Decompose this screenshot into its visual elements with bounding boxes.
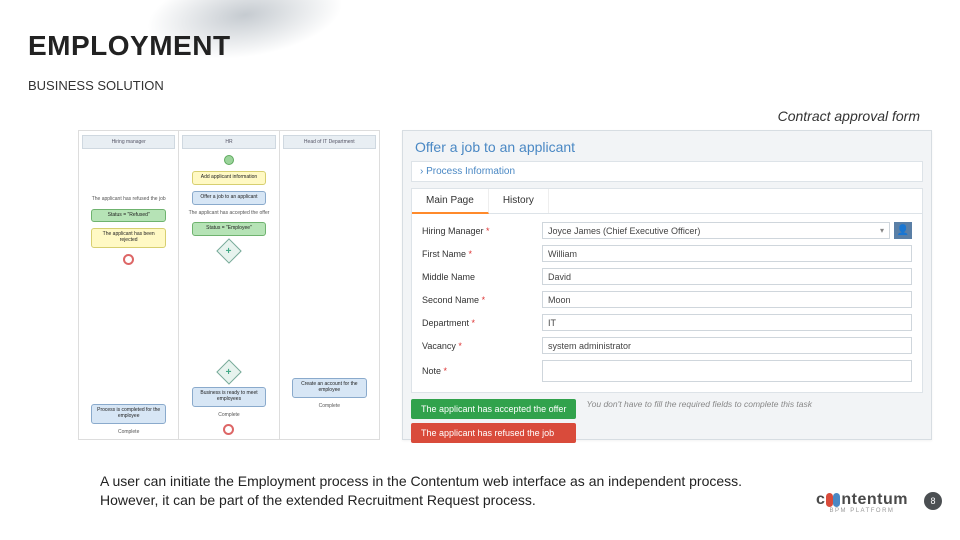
diagram-label: Complete — [218, 413, 239, 419]
form-body: Hiring Manager * Joyce James (Chief Exec… — [411, 214, 923, 393]
logo-text: c ntentum — [816, 491, 908, 509]
field-label: Vacancy * — [422, 341, 542, 351]
process-info-accordion[interactable]: › Process Information — [411, 161, 923, 182]
bpmn-diagram: Hiring manager The applicant has refused… — [78, 130, 380, 440]
diagram-node: Create an account for the employee — [292, 378, 367, 398]
chevron-down-icon: ▾ — [880, 226, 884, 235]
diagram-node: The applicant has been rejected — [91, 228, 166, 248]
end-event-icon — [223, 424, 234, 435]
page-subtitle: BUSINESS SOLUTION — [28, 78, 164, 93]
field-label: Second Name * — [422, 295, 542, 305]
lane-hiring-manager: Hiring manager The applicant has refused… — [79, 131, 179, 439]
vacancy-input[interactable]: system administrator — [542, 337, 912, 354]
accept-offer-button[interactable]: The applicant has accepted the offer — [411, 399, 576, 419]
first-name-input[interactable]: William — [542, 245, 912, 262]
lane-it-head: Head of IT Department Create an account … — [280, 131, 379, 439]
page-number-badge: 8 — [924, 492, 942, 510]
logo-letter: c — [816, 491, 825, 509]
diagram-node: Add applicant information — [192, 171, 267, 185]
lane-header: Head of IT Department — [283, 135, 376, 149]
field-label: Note * — [422, 366, 542, 376]
field-label: Department * — [422, 318, 542, 328]
tab-history[interactable]: History — [489, 189, 549, 213]
logo-subtitle: BPM PLATFORM — [830, 508, 895, 514]
diagram-node: Process is completed for the employee — [91, 404, 166, 424]
field-row-hiring-manager: Hiring Manager * Joyce James (Chief Exec… — [422, 222, 912, 239]
logo-letters: ntentum — [841, 491, 908, 509]
content-area: Hiring manager The applicant has refused… — [78, 130, 932, 440]
parallel-gateway-icon: + — [216, 359, 241, 384]
brand-logo: c ntentum BPM PLATFORM — [816, 491, 908, 514]
note-input[interactable] — [542, 360, 912, 382]
refuse-offer-button[interactable]: The applicant has refused the job — [411, 423, 576, 443]
middle-name-input[interactable]: David — [542, 268, 912, 285]
field-label: First Name * — [422, 249, 542, 259]
user-picker-icon[interactable]: 👤 — [894, 222, 912, 239]
diagram-node: Offer a job to an applicant — [192, 191, 267, 205]
diagram-label: The applicant has accepted the offer — [189, 211, 270, 217]
lane-header: Hiring manager — [82, 135, 175, 149]
tab-main-page[interactable]: Main Page — [412, 189, 489, 214]
field-value: Joyce James (Chief Executive Officer) — [548, 226, 700, 236]
diagram-label: Complete — [319, 404, 340, 410]
footer-hint: You don't have to fill the required fiel… — [586, 399, 812, 409]
start-event-icon — [224, 155, 234, 165]
form-tabs: Main Page History — [411, 188, 923, 214]
logo-o-icon — [826, 493, 840, 507]
contract-approval-form: Offer a job to an applicant › Process In… — [402, 130, 932, 440]
form-title: Offer a job to an applicant — [403, 131, 931, 161]
field-row-second-name: Second Name * Moon — [422, 291, 912, 308]
slide-description: A user can initiate the Employment proce… — [100, 472, 780, 510]
end-event-icon — [123, 254, 134, 265]
form-caption: Contract approval form — [778, 108, 920, 124]
page-title: EMPLOYMENT — [28, 30, 231, 62]
diagram-label: Complete — [118, 430, 139, 436]
department-input[interactable]: IT — [542, 314, 912, 331]
lane-header: HR — [182, 135, 275, 149]
action-buttons: The applicant has accepted the offer The… — [411, 399, 576, 443]
diagram-label: The applicant has refused the job — [92, 197, 166, 203]
field-row-vacancy: Vacancy * system administrator — [422, 337, 912, 354]
field-label: Hiring Manager * — [422, 226, 542, 236]
diagram-node: Status = "Refused" — [91, 209, 166, 223]
diagram-node: Status = "Employee" — [192, 222, 267, 236]
diagram-node: Business is ready to meet employees — [192, 387, 267, 407]
form-footer: The applicant has accepted the offer The… — [411, 399, 923, 443]
parallel-gateway-icon: + — [216, 238, 241, 263]
field-label: Middle Name — [422, 272, 542, 282]
field-row-middle-name: Middle Name David — [422, 268, 912, 285]
field-row-first-name: First Name * William — [422, 245, 912, 262]
field-row-department: Department * IT — [422, 314, 912, 331]
second-name-input[interactable]: Moon — [542, 291, 912, 308]
lane-hr: HR Add applicant information Offer a job… — [179, 131, 279, 439]
hiring-manager-select[interactable]: Joyce James (Chief Executive Officer) ▾ — [542, 222, 890, 239]
field-row-note: Note * — [422, 360, 912, 382]
